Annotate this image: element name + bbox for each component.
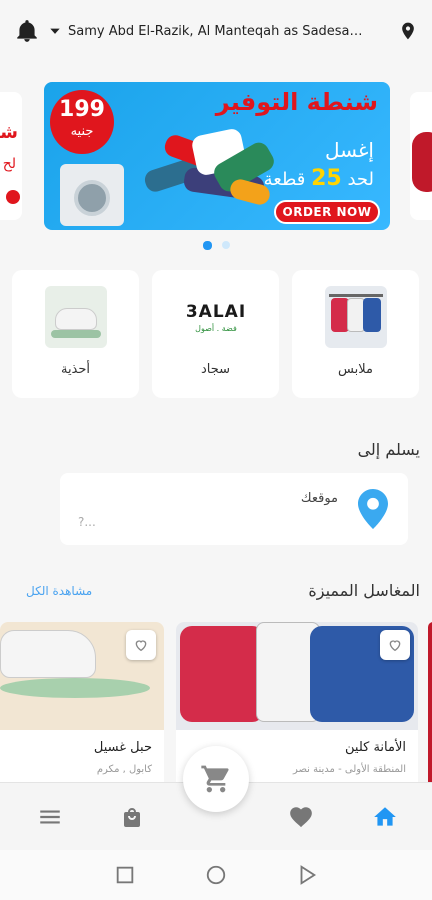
category-label: أحذية bbox=[60, 362, 91, 377]
next-banner-peek[interactable] bbox=[410, 92, 432, 220]
promo-banner[interactable]: 199 جنيه شنطة التوفير إغسل لحد 25 قطعة O… bbox=[44, 82, 390, 230]
carousel-pagination bbox=[0, 241, 432, 250]
location-card[interactable]: موقعك ?... bbox=[60, 473, 408, 545]
store-name: حبل غسيل bbox=[93, 740, 152, 755]
heart-icon[interactable] bbox=[287, 803, 315, 831]
heart-icon[interactable] bbox=[380, 630, 410, 660]
heart-icon[interactable] bbox=[126, 630, 156, 660]
category-shoes[interactable]: أحذية bbox=[12, 270, 139, 398]
banner-line-2-suffix: قطعة bbox=[263, 169, 306, 190]
store-name: الأمانة كلين bbox=[345, 740, 406, 755]
system-navigation-bar bbox=[0, 850, 432, 900]
clothes-pile-image bbox=[134, 122, 284, 222]
price-currency: جنيه bbox=[70, 124, 94, 139]
cart-button[interactable] bbox=[183, 746, 249, 812]
deliver-to-heading: يسلم إلى bbox=[357, 440, 420, 459]
banner-line-1: إغسل bbox=[324, 138, 374, 162]
category-label: ملابس bbox=[338, 362, 373, 377]
pagination-dot-active[interactable] bbox=[202, 241, 212, 250]
category-carpets[interactable]: 3ALAI فضة . أصول سجاد bbox=[152, 270, 279, 398]
caret-down-icon[interactable] bbox=[48, 24, 62, 38]
category-clothes[interactable]: ملابس bbox=[292, 270, 419, 398]
banner-line-2-prefix: لحد bbox=[347, 169, 374, 190]
location-label: موقعك bbox=[300, 491, 338, 506]
bell-icon[interactable] bbox=[14, 18, 40, 44]
banner-title: شنطة التوفير bbox=[215, 88, 378, 116]
store-card-peek[interactable] bbox=[428, 622, 432, 782]
clothes-image bbox=[325, 286, 387, 348]
location-value: ?... bbox=[78, 515, 96, 529]
banner-line-2: لحد 25 قطعة bbox=[264, 166, 374, 191]
carpet-brand-image: 3ALAI فضة . أصول bbox=[185, 286, 247, 348]
store-area: المنطقة الأولى - مدينة نصر bbox=[292, 764, 406, 775]
peek-text-2: لح bbox=[2, 156, 16, 172]
peek-text: شن bbox=[0, 122, 18, 143]
cart-icon bbox=[201, 765, 229, 793]
price-badge: 199 جنيه bbox=[50, 90, 114, 154]
previous-banner-peek[interactable]: شن لح bbox=[0, 92, 22, 220]
categories-row: أحذية 3ALAI فضة . أصول سجاد ملابس bbox=[12, 270, 420, 400]
delivery-address[interactable]: Samy Abd El-Razik, Al Manteqah as Sadesa… bbox=[68, 24, 368, 39]
promo-carousel[interactable]: شن لح 199 جنيه شنطة التوفير إغسل لحد 25 … bbox=[0, 80, 432, 232]
washing-machine-image bbox=[60, 164, 124, 226]
location-pin-icon[interactable] bbox=[398, 20, 418, 42]
category-label: سجاد bbox=[200, 362, 231, 377]
home-icon[interactable] bbox=[371, 803, 399, 831]
banner-piece-count: 25 bbox=[311, 166, 342, 191]
carpet-brand-logo: 3ALAI bbox=[185, 302, 247, 322]
back-icon[interactable] bbox=[296, 864, 318, 886]
see-all-link[interactable]: مشاهدة الكل bbox=[26, 584, 92, 598]
carpet-brand-subtitle: فضة . أصول bbox=[195, 324, 237, 333]
home-button-icon[interactable] bbox=[205, 864, 227, 886]
bag-icon[interactable] bbox=[118, 803, 146, 831]
location-marker-icon bbox=[358, 489, 388, 529]
recents-icon[interactable] bbox=[114, 864, 136, 886]
store-card[interactable]: حبل غسيل كابول , مكرم bbox=[0, 622, 164, 782]
store-area: كابول , مكرم bbox=[96, 764, 152, 775]
shoes-image bbox=[45, 286, 107, 348]
price-value: 199 bbox=[59, 97, 105, 122]
order-now-button[interactable]: ORDER NOW bbox=[274, 200, 380, 224]
pagination-dot[interactable] bbox=[221, 241, 230, 249]
featured-laundries-heading: المغاسل المميزة bbox=[308, 581, 420, 600]
top-bar: Samy Abd El-Razik, Al Manteqah as Sadesa… bbox=[0, 0, 432, 62]
menu-icon[interactable] bbox=[36, 803, 64, 831]
peek-pill bbox=[6, 190, 20, 204]
